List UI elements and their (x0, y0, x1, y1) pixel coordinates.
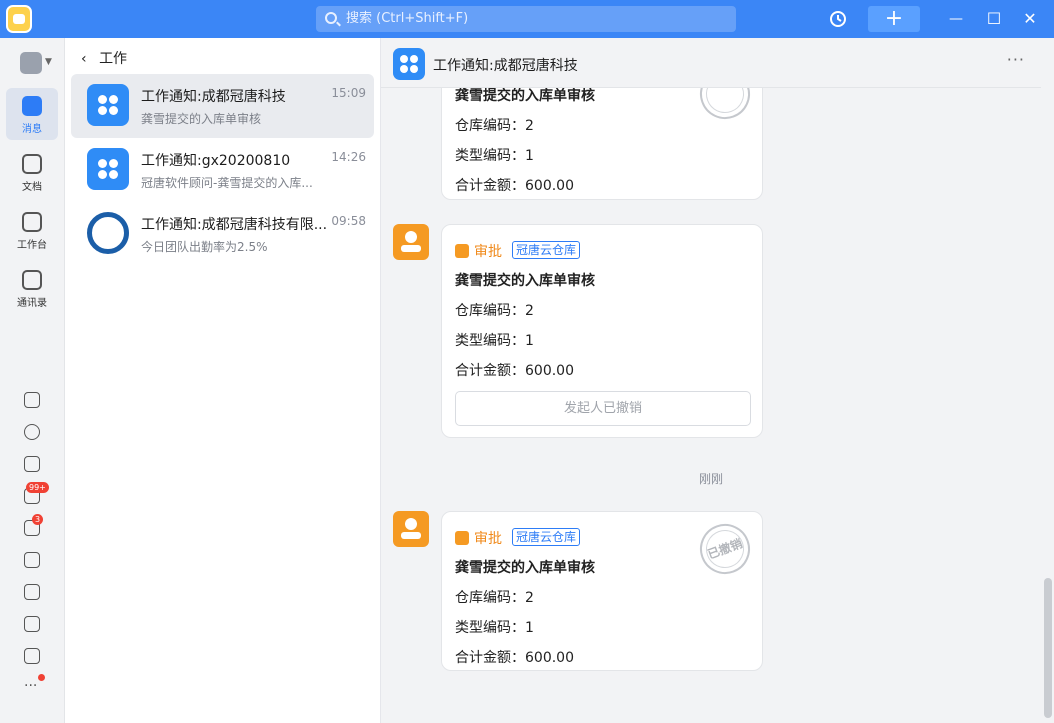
work-notice-avatar (87, 84, 129, 126)
calendar-icon[interactable] (24, 456, 40, 472)
approval-tag: 审批 (455, 528, 502, 548)
card-warehouse-code: 仓库编码：2 (455, 590, 534, 606)
conversation-name: 工作通知:成都冠唐科技有限... (141, 217, 328, 233)
source-tag: 冠唐云仓库 (512, 241, 581, 259)
approval-icon (455, 244, 469, 258)
sender-avatar (393, 511, 429, 547)
chat-avatar (393, 48, 425, 80)
back-icon[interactable]: ‹ (81, 51, 87, 67)
maximize-button[interactable]: ☐ (982, 0, 1006, 38)
conversation-time: 15:09 (331, 86, 366, 100)
card-total-amount: 合计金额：600.00 (455, 650, 574, 666)
nav-workbench-label: 工作台 (17, 240, 47, 251)
chat-header: 工作通知:成都冠唐科技 ··· (381, 38, 1041, 88)
nav-docs-label: 文档 (22, 182, 42, 193)
card-type-code: 类型编码：1 (455, 333, 534, 349)
nav-docs[interactable]: 文档 (6, 146, 58, 198)
card-warehouse-code: 仓库编码：2 (455, 118, 534, 134)
approval-card[interactable]: 审批 冠唐云仓库 龚雪提交的入库单审核 仓库编码：2 类型编码：1 合计金额：6… (441, 224, 763, 438)
approval-tag: 审批 (455, 241, 502, 261)
minimize-button[interactable]: — (944, 0, 968, 38)
conversation-item[interactable]: 工作通知:成都冠唐科技 15:09 龚雪提交的入库单审核 (71, 74, 374, 138)
drive-icon[interactable] (24, 616, 40, 632)
more-icon[interactable]: ··· (24, 678, 37, 694)
revoked-button[interactable]: 发起人已撤销 (455, 391, 751, 426)
card-warehouse-code: 仓库编码：2 (455, 303, 534, 319)
phone-icon[interactable] (24, 392, 40, 408)
nav-messages-label: 消息 (22, 124, 42, 135)
conversation-time: 14:26 (331, 150, 366, 164)
conversation-item[interactable]: 工作通知:成都冠唐科技有限... 09:58 今日团队出勤率为2.5% (71, 202, 374, 266)
conversation-name: 工作通知:成都冠唐科技 (141, 89, 286, 105)
conversation-item[interactable]: 工作通知:gx20200810 14:26 冠唐软件顾问-龚雪提交的入库... (71, 138, 374, 202)
conversation-time: 09:58 (331, 214, 366, 228)
search-placeholder: 搜索 (Ctrl+Shift+F) (346, 11, 469, 26)
conversation-preview: 冠唐软件顾问-龚雪提交的入库... (141, 176, 313, 190)
company-logo-avatar (87, 212, 129, 254)
card-title: 龚雪提交的入库单审核 (455, 273, 595, 289)
folder-icon[interactable] (24, 648, 40, 664)
card-total-amount: 合计金额：600.00 (455, 178, 574, 194)
document-icon (22, 154, 42, 174)
mail-icon[interactable] (24, 584, 40, 600)
todo-badge: 99+ (26, 482, 49, 493)
card-total-amount: 合计金额：600.00 (455, 363, 574, 379)
sender-avatar (393, 224, 429, 260)
card-type-code: 类型编码：1 (455, 148, 534, 164)
message-timestamp: 刚刚 (699, 472, 724, 486)
lightning-badge: 3 (32, 514, 44, 525)
work-notice-avatar (87, 148, 129, 190)
left-nav: ▼ 消息 文档 工作台 通讯录 99+ 3 ··· (0, 38, 65, 723)
chat-title: 工作通知:成都冠唐科技 (433, 58, 578, 74)
conversation-preview: 今日团队出勤率为2.5% (141, 240, 268, 254)
approval-icon (455, 531, 469, 545)
title-bar: 搜索 (Ctrl+Shift+F) + — ☐ ✕ (0, 0, 1054, 38)
nav-workbench[interactable]: 工作台 (6, 204, 58, 256)
conv-header-label: 工作 (99, 51, 128, 67)
conversation-preview: 龚雪提交的入库单审核 (141, 112, 262, 126)
message-icon (22, 96, 42, 116)
approval-card[interactable]: 审批 冠唐云仓库 已撤销 龚雪提交的入库单审核 仓库编码：2 类型编码：1 合计… (441, 511, 763, 671)
more-dot (38, 674, 45, 681)
search-icon (325, 12, 337, 24)
nav-contacts-label: 通讯录 (17, 298, 47, 309)
app-logo (6, 5, 32, 33)
revoked-stamp: 已撤销 (692, 516, 758, 582)
app-icon[interactable] (24, 552, 40, 568)
chat-panel: 工作通知:成都冠唐科技 ··· 龚雪提交的入库单审核 仓库编码：2 类型编码：1… (381, 38, 1054, 723)
search-input[interactable]: 搜索 (Ctrl+Shift+F) (316, 6, 736, 32)
conv-header[interactable]: ‹ 工作 (81, 48, 127, 68)
close-button[interactable]: ✕ (1018, 0, 1042, 38)
conversation-name: 工作通知:gx20200810 (141, 153, 291, 169)
contacts-icon (22, 270, 42, 290)
chevron-down-icon[interactable]: ▼ (45, 57, 52, 67)
add-button[interactable]: + (868, 6, 920, 32)
source-tag: 冠唐云仓库 (512, 528, 581, 546)
card-type-code: 类型编码：1 (455, 620, 534, 636)
org-switch-icon[interactable] (20, 52, 42, 74)
history-icon[interactable] (826, 0, 850, 38)
card-title: 龚雪提交的入库单审核 (455, 88, 595, 104)
conversation-list: ‹ 工作 工作通知:成都冠唐科技 15:09 龚雪提交的入库单审核 工作通知:g… (65, 38, 381, 723)
chat-scrollbar[interactable] (1044, 578, 1052, 718)
nav-contacts[interactable]: 通讯录 (6, 262, 58, 314)
more-options-icon[interactable]: ··· (1007, 50, 1025, 69)
card-title: 龚雪提交的入库单审核 (455, 560, 595, 576)
nav-messages[interactable]: 消息 (6, 88, 58, 140)
workbench-icon (22, 212, 42, 232)
cloud-icon[interactable] (24, 424, 40, 440)
